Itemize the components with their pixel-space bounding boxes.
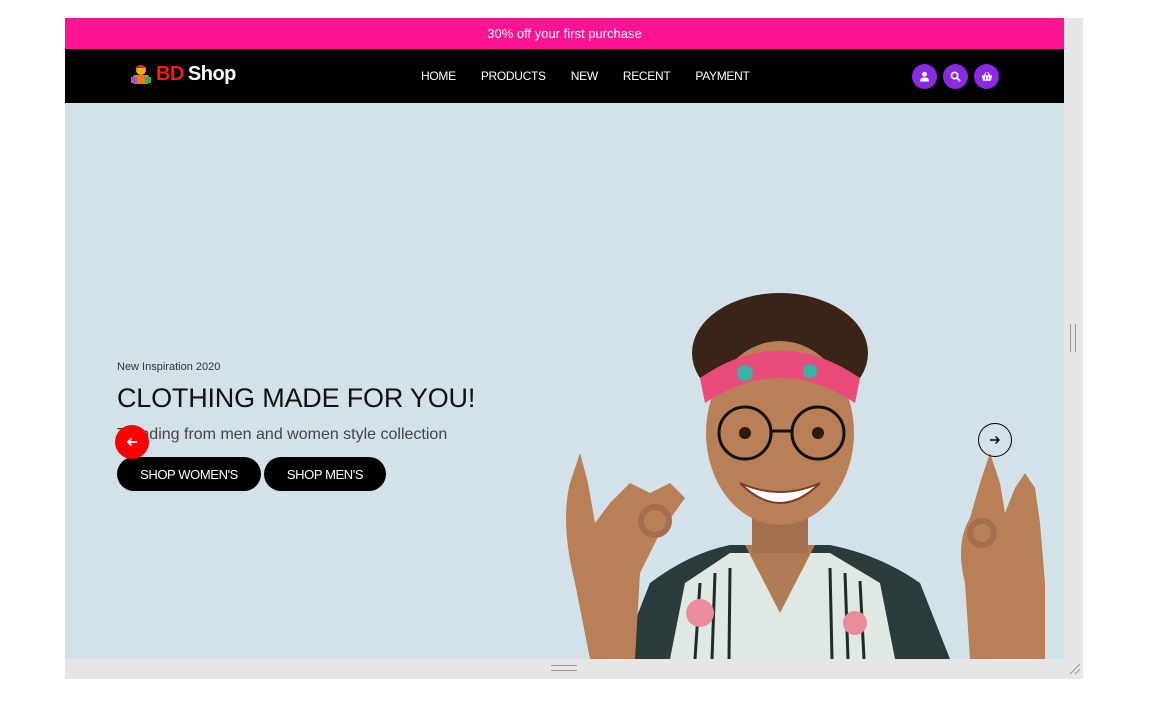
nav-products[interactable]: PRODUCTS	[481, 69, 546, 83]
shopper-icon	[131, 65, 151, 84]
hero-slider: New Inspiration 2020 CLOTHING MADE FOR Y…	[65, 103, 1064, 659]
shop-mens-button[interactable]: SHOP MEN'S	[264, 457, 386, 491]
nav-payment[interactable]: PAYMENT	[695, 69, 749, 83]
nav-links: HOME PRODUCTS NEW RECENT PAYMENT	[421, 49, 750, 103]
nav-recent[interactable]: RECENT	[623, 69, 671, 83]
nav-icon-group	[912, 64, 999, 89]
search-icon	[950, 71, 961, 82]
hero-headline: CLOTHING MADE FOR YOU!	[117, 383, 476, 413]
hero-subline: Trending from men and women style collec…	[117, 426, 448, 443]
brand-prefix: BD	[156, 62, 184, 85]
browser-frame: 30% off your first purchase BD Shop HOME…	[65, 18, 1083, 679]
nav-home[interactable]: HOME	[421, 69, 456, 83]
slider-next-button[interactable]	[978, 423, 1012, 457]
promo-banner: 30% off your first purchase	[65, 18, 1064, 49]
main-navbar: BD Shop HOME PRODUCTS NEW RECENT PAYMENT	[65, 49, 1064, 103]
promo-text: 30% off your first purchase	[487, 26, 642, 41]
arrow-left-icon	[126, 437, 137, 447]
vertical-resize-grip[interactable]	[1070, 324, 1076, 352]
basket-icon	[981, 71, 992, 81]
hero-eyebrow: New Inspiration 2020	[117, 361, 221, 373]
user-button[interactable]	[912, 64, 937, 89]
slider-prev-button[interactable]	[115, 425, 149, 459]
search-button[interactable]	[943, 64, 968, 89]
shop-womens-button[interactable]: SHOP WOMEN'S	[117, 457, 261, 491]
horizontal-resize-grip[interactable]	[551, 665, 577, 671]
user-icon	[919, 71, 930, 82]
arrow-right-icon	[990, 436, 1000, 444]
cart-button[interactable]	[974, 64, 999, 89]
hero-model-image	[566, 293, 1045, 659]
brand-name: Shop	[187, 62, 237, 85]
page-viewport: 30% off your first purchase BD Shop HOME…	[65, 18, 1064, 659]
corner-resize-icon[interactable]	[1067, 661, 1081, 675]
brand-logo[interactable]: BD Shop	[129, 62, 236, 86]
nav-new[interactable]: NEW	[571, 69, 598, 83]
